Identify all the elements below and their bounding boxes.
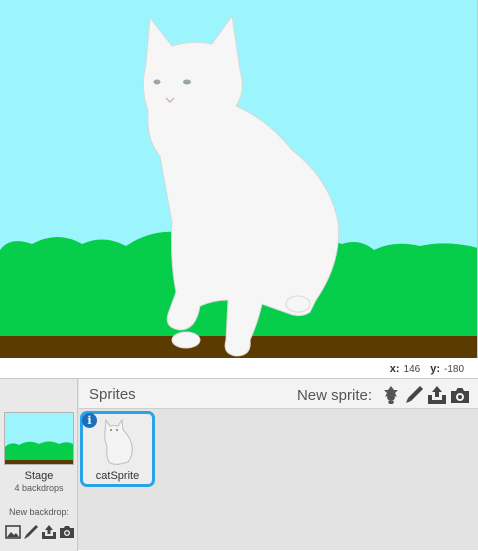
x-value: 146 xyxy=(403,364,421,375)
sprites-title: Sprites xyxy=(89,386,136,403)
sprite-name: catSprite xyxy=(95,470,140,482)
upload-icon[interactable] xyxy=(427,385,447,405)
camera-icon[interactable] xyxy=(59,524,75,540)
y-label: y: xyxy=(430,363,440,375)
stage-canvas[interactable] xyxy=(0,0,478,358)
new-backdrop-tools xyxy=(4,524,76,540)
stage-column: Stage 4 backdrops New backdrop: xyxy=(0,379,78,551)
sprite-tile-catsprite[interactable]: i catSprite xyxy=(80,411,155,487)
paint-brush-icon[interactable] xyxy=(404,385,424,405)
new-backdrop-label: New backdrop: xyxy=(8,507,70,517)
paint-brush-icon[interactable] xyxy=(23,524,39,540)
cat-sprite-costume xyxy=(142,14,339,357)
stage-label: Stage xyxy=(24,470,54,482)
stage-thumbnail-image xyxy=(5,441,73,464)
y-value: -180 xyxy=(443,364,464,375)
mouse-coordinate-readout: x: 146 y: -180 xyxy=(0,358,478,378)
x-label: x: xyxy=(389,363,400,375)
new-sprite-toolbar: New sprite: xyxy=(297,385,470,405)
new-sprite-label: New sprite: xyxy=(296,386,372,404)
sprites-header: Sprites New sprite: xyxy=(79,379,478,409)
camera-icon[interactable] xyxy=(450,385,470,405)
sprite-pane: Stage 4 backdrops New backdrop: Sprites … xyxy=(0,378,478,551)
upload-icon[interactable] xyxy=(41,524,57,540)
backdrop-count: 4 backdrops xyxy=(14,483,64,493)
image-library-icon[interactable] xyxy=(5,524,21,540)
stage-thumbnail[interactable] xyxy=(4,412,74,465)
choose-from-library-icon[interactable] xyxy=(381,385,401,405)
info-icon[interactable]: i xyxy=(82,413,97,428)
stage-scene xyxy=(0,14,477,358)
cat-sprite-thumbnail xyxy=(104,418,133,465)
